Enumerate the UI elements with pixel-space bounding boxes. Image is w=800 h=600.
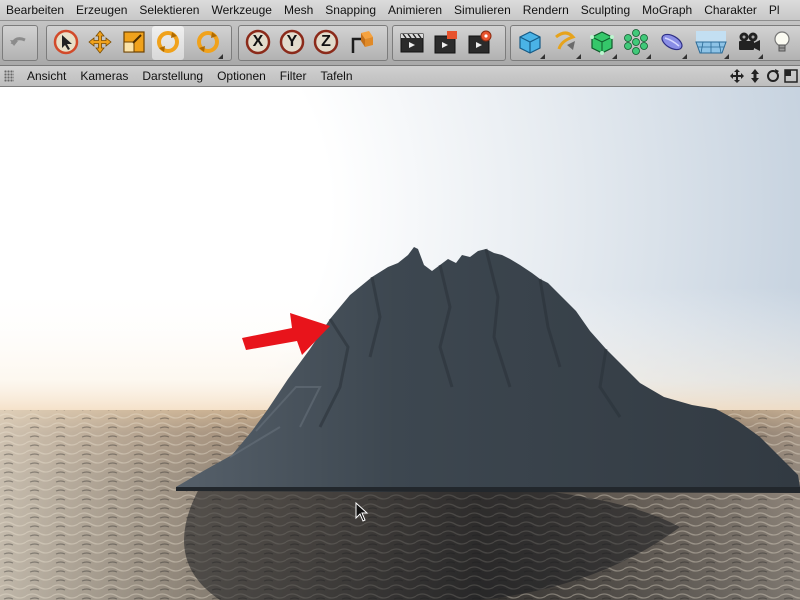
maximize-view-icon[interactable] [783,68,799,84]
menu-plugins[interactable]: Pl [763,0,786,20]
camera-icon [739,32,760,51]
x-axis-label: X [252,33,264,50]
rotate-icon [157,31,179,53]
viewport-nav-icons [728,66,800,86]
menu-selektieren[interactable]: Selektieren [133,0,205,20]
deformer-button[interactable] [656,26,688,60]
panel-grip-icon[interactable] [4,70,14,82]
render-region-icon [434,31,457,54]
3d-viewport[interactable] [0,87,800,600]
view-menu-filter[interactable]: Filter [273,66,314,86]
undo-icon [10,37,26,46]
menu-mesh[interactable]: Mesh [278,0,319,20]
menu-erzeugen[interactable]: Erzeugen [70,0,133,20]
orbit-icon[interactable] [765,68,781,84]
render-view-icon [400,33,424,53]
main-toolbar: X Y Z [0,21,800,66]
view-menu-tafeln[interactable]: Tafeln [313,66,359,86]
live-selection-button[interactable] [50,26,82,60]
scale-icon [123,31,145,53]
zoom-icon[interactable] [747,68,763,84]
pan-icon[interactable] [729,68,745,84]
view-menu-darstellung[interactable]: Darstellung [135,66,210,86]
render-view-button[interactable] [396,26,428,60]
select-arrow-icon [53,29,79,55]
menu-sculpting[interactable]: Sculpting [575,0,636,20]
spline-pen-icon [555,31,576,50]
move-button[interactable] [84,26,116,60]
y-axis-button[interactable]: Y [276,26,308,60]
move-icon [88,30,112,54]
viewport-menubar: Ansicht Kameras Darstellung Optionen Fil… [0,66,800,87]
view-menu-kameras[interactable]: Kameras [73,66,135,86]
camera-button[interactable] [732,26,764,60]
rotate-button[interactable] [152,26,184,60]
scale-button[interactable] [118,26,150,60]
view-menu-ansicht[interactable]: Ansicht [20,66,73,86]
coordinate-system-button[interactable] [346,26,378,60]
coordinate-system-icon [351,31,373,53]
render-settings-icon [468,30,492,54]
menu-rendern[interactable]: Rendern [517,0,575,20]
render-settings-button[interactable] [464,26,496,60]
cube-icon [519,31,541,54]
menu-simulieren[interactable]: Simulieren [448,0,517,20]
deformer-icon [661,33,683,51]
floor-button[interactable] [692,26,730,60]
z-axis-button[interactable]: Z [310,26,342,60]
undo-button[interactable] [3,26,35,60]
view-menu-optionen[interactable]: Optionen [210,66,273,86]
rotate-alt-icon [197,31,219,53]
floor-icon [695,31,727,54]
main-menubar: Bearbeiten Erzeugen Selektieren Werkzeug… [0,0,800,21]
menu-werkzeuge[interactable]: Werkzeuge [205,0,277,20]
menu-animieren[interactable]: Animieren [382,0,448,20]
cloner-button[interactable] [620,26,652,60]
y-axis-label: Y [286,33,298,50]
menu-charakter[interactable]: Charakter [698,0,763,20]
spline-pen-button[interactable] [550,26,582,60]
render-region-button[interactable] [430,26,462,60]
menu-snapping[interactable]: Snapping [319,0,382,20]
rotate-alt-button[interactable] [192,26,224,60]
menu-bearbeiten[interactable]: Bearbeiten [0,0,70,20]
x-axis-button[interactable]: X [242,26,274,60]
cube-button[interactable] [514,26,546,60]
subdivision-icon [590,31,614,55]
menu-mograph[interactable]: MoGraph [636,0,698,20]
light-button[interactable] [766,26,798,60]
light-icon [774,31,790,52]
z-axis-label: Z [321,33,331,50]
cloner-icon [624,29,648,55]
subdivision-button[interactable] [586,26,618,60]
render-scene [0,87,800,600]
